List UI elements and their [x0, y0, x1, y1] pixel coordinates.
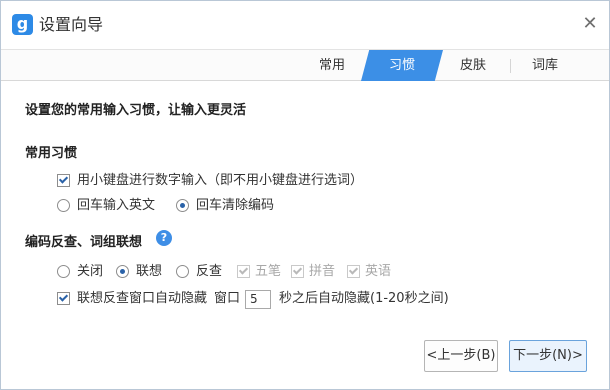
next-button[interactable]: 下一步(N)> — [509, 340, 587, 372]
tab-skin[interactable]: 皮肤 — [443, 50, 503, 81]
tab-bar: 常用 习惯 皮肤 词库 — [1, 49, 609, 81]
lookup-label: 反查 — [196, 264, 223, 279]
hide-seconds-input[interactable]: 5 — [245, 290, 271, 309]
pinyin-checkbox[interactable]: 拼音 — [291, 263, 341, 281]
off-label: 关闭 — [77, 264, 104, 279]
auto-hide-checkbox[interactable]: 联想反查窗口自动隐藏 — [57, 290, 217, 308]
habits-section-title: 常用习惯 — [25, 146, 78, 161]
numpad-checkbox-label: 用小键盘进行数字输入（即不用小键盘进行选词） — [77, 173, 364, 188]
tab-habits[interactable]: 习惯 — [361, 50, 443, 81]
checkbox-icon[interactable] — [57, 292, 70, 305]
radio-icon[interactable] — [176, 265, 189, 278]
auto-hide-label: 联想反查窗口自动隐藏 — [77, 291, 208, 306]
checkbox-icon[interactable] — [57, 174, 70, 187]
tab-separator — [510, 59, 511, 73]
wubi-checkbox[interactable]: 五笔 — [237, 263, 287, 281]
close-icon[interactable]: ✕ — [579, 13, 601, 35]
enter-english-label: 回车输入英文 — [77, 198, 156, 213]
enter-clear-radio[interactable]: 回车清除编码 — [176, 197, 286, 215]
previous-button[interactable]: <上一步(B) — [424, 340, 498, 372]
radio-icon[interactable] — [176, 199, 189, 212]
help-icon[interactable]: ? — [156, 230, 172, 246]
english-checkbox[interactable]: 英语 — [347, 263, 397, 281]
window-label: 窗口 — [214, 291, 241, 306]
tab-lexicon[interactable]: 词库 — [517, 50, 573, 81]
pinyin-label: 拼音 — [309, 264, 336, 279]
enter-english-radio[interactable]: 回车输入英文 — [57, 197, 167, 215]
seconds-suffix: 秒之后自动隐藏(1-20秒之间) — [279, 291, 449, 306]
reverse-section-title: 编码反查、词组联想 — [25, 235, 143, 250]
off-radio[interactable]: 关闭 — [57, 263, 107, 281]
wubi-label: 五笔 — [255, 264, 282, 279]
radio-icon[interactable] — [116, 265, 129, 278]
tab-common[interactable]: 常用 — [301, 50, 363, 81]
radio-icon[interactable] — [57, 265, 70, 278]
numpad-checkbox[interactable]: 用小键盘进行数字输入（即不用小键盘进行选词） — [57, 172, 377, 190]
association-label: 联想 — [136, 264, 163, 279]
checkbox-icon[interactable] — [237, 265, 250, 278]
title-bar: g 设置向导 ✕ — [1, 1, 609, 49]
checkbox-icon[interactable] — [347, 265, 360, 278]
english-label: 英语 — [365, 264, 392, 279]
page-heading: 设置您的常用输入习惯，让输入更灵活 — [25, 103, 247, 118]
association-radio[interactable]: 联想 — [116, 263, 166, 281]
lookup-radio[interactable]: 反查 — [176, 263, 226, 281]
enter-clear-label: 回车清除编码 — [196, 198, 275, 213]
window-title: 设置向导 — [39, 15, 104, 34]
app-logo-icon: g — [12, 14, 33, 35]
setup-wizard-window: g 设置向导 ✕ 常用 习惯 皮肤 词库 设置您的常用输入习惯，让输入更灵活 常… — [0, 0, 610, 390]
checkbox-icon[interactable] — [291, 265, 304, 278]
radio-icon[interactable] — [57, 199, 70, 212]
